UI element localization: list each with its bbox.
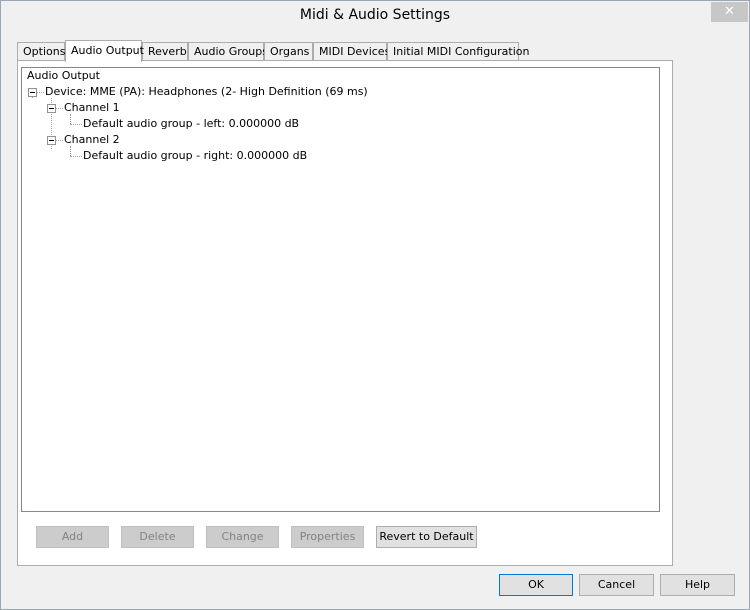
tree-item-channel-1-group[interactable]: Default audio group - left: 0.000000 dB <box>83 117 299 131</box>
change-button[interactable]: Change <box>206 526 279 548</box>
tree-item-root[interactable]: Audio Output <box>27 69 100 83</box>
tab-initial-midi-configuration[interactable]: Initial MIDI Configuration <box>387 42 529 61</box>
add-button[interactable]: Add <box>36 526 109 548</box>
tree-item-device[interactable]: Device: MME (PA): Headphones (2- High De… <box>45 85 368 99</box>
window-title: Midi & Audio Settings <box>299 7 451 23</box>
tree-connector <box>70 114 71 124</box>
tab-audio-groups[interactable]: Audio Groups <box>188 42 268 61</box>
audio-output-tree[interactable]: Audio Output Device: MME (PA): Headphone… <box>21 67 660 512</box>
revert-to-default-button[interactable]: Revert to Default <box>376 526 477 548</box>
tree-item-channel-2-group[interactable]: Default audio group - right: 0.000000 dB <box>83 149 307 163</box>
tab-options[interactable]: Options <box>17 42 65 61</box>
tree-connector <box>70 146 71 156</box>
tab-midi-devices[interactable]: MIDI Devices <box>313 42 390 61</box>
audio-output-panel: Audio Output Device: MME (PA): Headphone… <box>17 60 673 566</box>
settings-window: Midi & Audio Settings ✕ Options Audio Ou… <box>0 0 750 610</box>
collapse-icon[interactable] <box>47 136 56 145</box>
tab-audio-output[interactable]: Audio Output <box>65 40 144 62</box>
close-button[interactable]: ✕ <box>711 2 748 22</box>
delete-button[interactable]: Delete <box>121 526 194 548</box>
tree-connector <box>55 108 63 109</box>
tree-connector <box>70 156 82 157</box>
ok-button[interactable]: OK <box>499 574 573 596</box>
tree-item-channel-1[interactable]: Channel 1 <box>64 101 120 115</box>
cancel-button[interactable]: Cancel <box>579 574 654 596</box>
tree-connector <box>70 124 82 125</box>
collapse-icon[interactable] <box>28 88 37 97</box>
collapse-icon[interactable] <box>47 104 56 113</box>
tree-connector <box>36 92 44 93</box>
tab-organs[interactable]: Organs <box>264 42 313 61</box>
help-button[interactable]: Help <box>660 574 735 596</box>
tree-connector <box>55 140 63 141</box>
properties-button[interactable]: Properties <box>291 526 364 548</box>
tab-reverb[interactable]: Reverb <box>142 42 188 61</box>
title-bar: Midi & Audio Settings ✕ <box>1 1 749 31</box>
close-icon: ✕ <box>724 4 735 19</box>
tree-item-channel-2[interactable]: Channel 2 <box>64 133 120 147</box>
